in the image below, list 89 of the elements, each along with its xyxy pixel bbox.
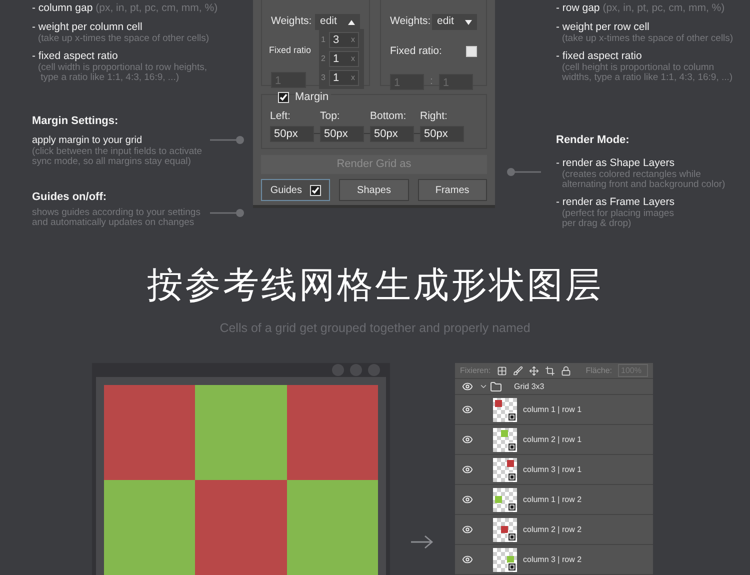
margin-field[interactable]: 50px	[320, 126, 364, 142]
layer-name: column 3 | row 1	[523, 464, 582, 476]
arrow-icon	[410, 535, 434, 549]
visibility-icon[interactable]	[462, 404, 472, 415]
layer-row[interactable]: column 2 | row 1	[455, 425, 653, 455]
note-detail: (click between the input fields to activate sync mode, so all margins stay equal)	[32, 146, 204, 166]
visibility-icon[interactable]	[462, 554, 472, 565]
layer-row[interactable]: column 1 | row 2	[455, 485, 653, 515]
layer-thumbnail	[493, 548, 517, 572]
layer-row[interactable]: column 2 | row 2	[455, 515, 653, 545]
hero-title: 按参考线网格生成形状图层	[147, 265, 603, 305]
note-detail: shows guides according to your settings and automatically updates on changes	[32, 208, 202, 228]
row-number: 3	[321, 72, 326, 84]
render-button[interactable]: Shapes	[339, 179, 409, 201]
layer-row[interactable]: column 1 | row 1	[455, 395, 653, 425]
weights-label: Weights:	[390, 14, 431, 30]
note-title: - fixed aspect ratio	[32, 50, 119, 63]
weights-dropdown[interactable]: edit	[432, 14, 477, 30]
weight-field[interactable]: 3 x	[329, 32, 359, 48]
chevron-icon[interactable]	[479, 382, 488, 391]
note-detail: (cell width is proportional to row heights, type a ratio like 1:1, 4:3, 16:9, ...)	[37, 63, 208, 83]
visibility-icon[interactable]	[462, 434, 472, 445]
margin-field[interactable]: 50px	[420, 126, 464, 142]
note-text: - row gap (px, in, pt, pc, cm, mm, %)	[556, 2, 726, 15]
layer-name: column 3 | row 2	[523, 554, 582, 566]
note-detail: (take up x-times the space of other cells)	[37, 34, 210, 44]
margin-label: Right:	[420, 108, 448, 124]
layer-name: column 2 | row 1	[523, 434, 582, 446]
connector-line	[210, 208, 244, 218]
guides-checkbox[interactable]	[310, 184, 321, 196]
ratio-separator: :	[430, 74, 433, 89]
weight-field[interactable]: 1 x	[329, 51, 359, 67]
margin-field[interactable]: 50px	[370, 126, 414, 142]
render-button[interactable]: Frames	[418, 179, 487, 201]
fixed-ratio-label: Fixed ratio	[269, 44, 312, 57]
visibility-icon[interactable]	[462, 524, 472, 535]
section-heading: Render Mode:	[556, 134, 630, 146]
note-title: - fixed aspect ratio	[556, 50, 643, 63]
note-title: apply margin to your grid	[32, 134, 144, 146]
note-detail: (creates colored rectangles while alternating front and background color)	[561, 170, 726, 190]
crop-icon[interactable]	[544, 366, 555, 376]
note-detail: (take up x-times the space of other cells)	[561, 34, 734, 44]
connector-line	[210, 134, 244, 144]
fixed-ratio-label: Fixed ratio:	[390, 44, 442, 59]
margin-label: Margin	[295, 89, 331, 106]
folder-icon	[490, 380, 502, 392]
layer-thumbnail	[493, 458, 517, 482]
layer-thumbnail	[493, 488, 517, 512]
layer-thumbnail	[493, 398, 517, 422]
section-heading: Margin Settings:	[32, 114, 120, 129]
layer-row[interactable]: column 3 | row 1	[455, 455, 653, 485]
weights-label: Weights:	[271, 14, 312, 30]
visibility-icon[interactable]	[462, 494, 472, 505]
note-title: - weight per column cell	[32, 21, 144, 34]
move-icon[interactable]	[528, 366, 539, 376]
margin-field[interactable]: 50px	[270, 126, 314, 142]
connector-line	[507, 167, 541, 177]
layer-name: Grid 3x3	[514, 380, 544, 392]
pixels-lock-icon[interactable]	[496, 366, 507, 376]
layer-name: column 1 | row 1	[523, 404, 582, 416]
fixed-ratio-checkbox[interactable]	[466, 46, 477, 58]
layer-row[interactable]: column 3 | row 2	[455, 545, 653, 575]
brush-icon[interactable]	[512, 366, 523, 376]
layer-group-row[interactable]: Grid 3x3	[455, 379, 653, 395]
caret-icon	[348, 20, 355, 24]
margin-label: Left:	[270, 108, 292, 124]
note-title: - render as Frame Layers	[556, 196, 676, 209]
row-number: 2	[321, 53, 326, 65]
section-heading: Guides on/off:	[32, 190, 108, 204]
note-detail: (perfect for placing images per drag & drop)	[561, 209, 675, 229]
row-number: 1	[321, 34, 326, 46]
visibility-icon[interactable]	[462, 464, 472, 475]
margin-label: Bottom:	[370, 108, 408, 124]
visibility-icon[interactable]	[462, 381, 472, 392]
weights-dropdown[interactable]: edit	[315, 14, 360, 30]
note-title: - render as Shape Layers	[556, 157, 676, 170]
lock-icon[interactable]	[560, 366, 571, 376]
note-text: - column gap (px, in, pt, pc, cm, mm, %)	[32, 2, 219, 15]
layer-name: column 1 | row 2	[523, 494, 582, 506]
layer-name: column 2 | row 2	[523, 524, 582, 536]
guides-toggle[interactable]: Guides	[261, 179, 330, 201]
weight-field[interactable]: 1 x	[329, 70, 359, 86]
note-title: - weight per row cell	[556, 21, 650, 34]
layer-thumbnail	[493, 428, 517, 452]
note-detail: (cell height is proportional to column widths, type a ratio like 1:1, 4:3, 16:9, ...)	[561, 63, 734, 83]
margin-checkbox[interactable]	[278, 92, 289, 103]
caret-icon	[465, 20, 472, 24]
margin-label: Top:	[320, 108, 341, 124]
layer-thumbnail	[493, 518, 517, 542]
